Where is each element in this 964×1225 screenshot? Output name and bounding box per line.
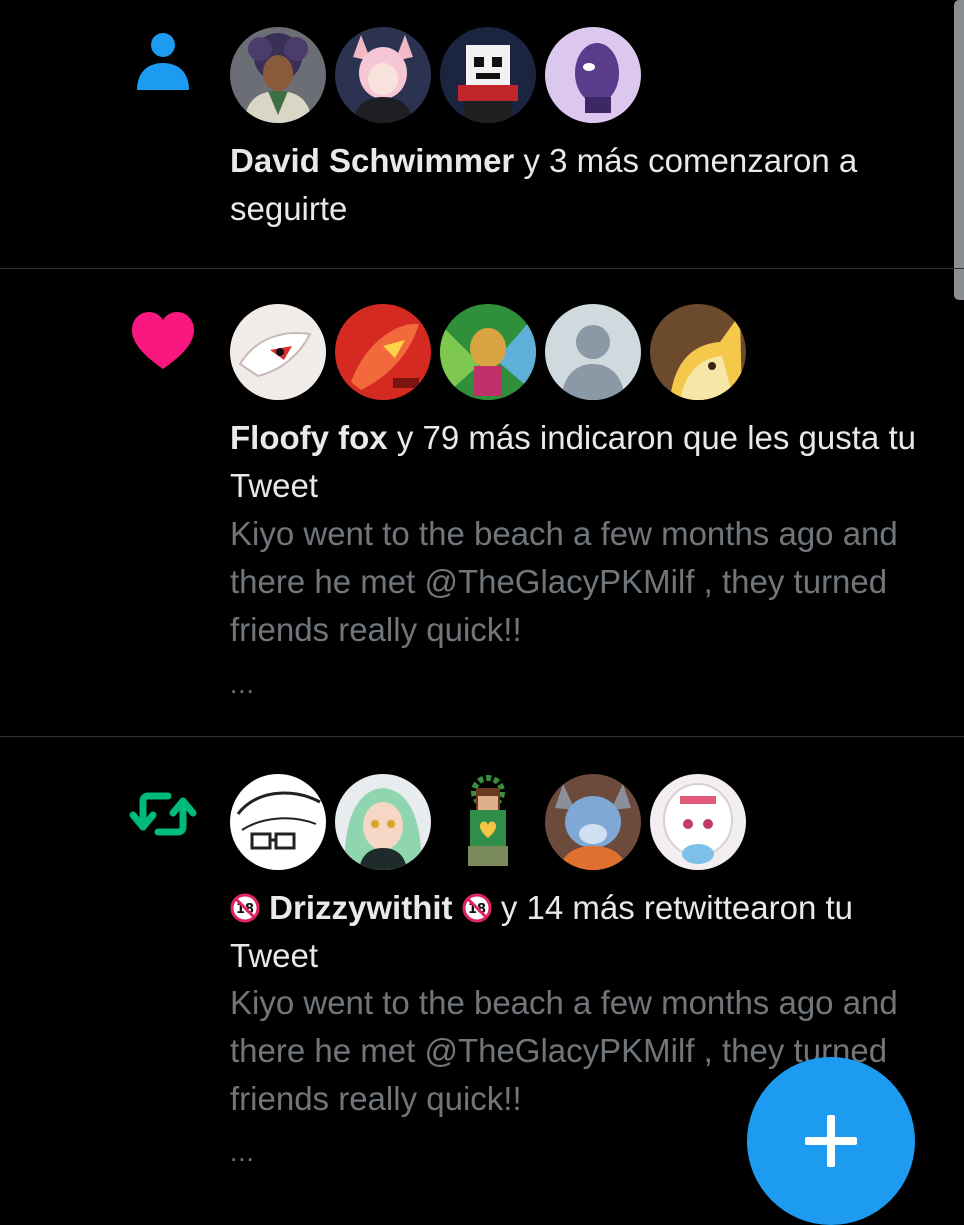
avatar-row (230, 304, 746, 400)
avatar[interactable] (335, 304, 431, 400)
age-restriction-icon: 18 (230, 893, 260, 923)
actor-name[interactable]: David Schwimmer (230, 142, 514, 179)
notification-text: David Schwimmer y 3 más comenzaron a seg… (230, 137, 930, 233)
avatar[interactable] (440, 774, 536, 870)
person-icon (128, 28, 198, 98)
avatar[interactable] (230, 774, 326, 870)
avatar[interactable] (440, 304, 536, 400)
notification-text: Floofy fox y 79 más indicaron que les gu… (230, 414, 930, 510)
avatar[interactable] (545, 774, 641, 870)
tweet-snippet[interactable]: Kiyo went to the beach a few months ago … (230, 510, 930, 654)
actor-name[interactable]: Drizzywithit (269, 889, 452, 926)
avatar[interactable] (650, 304, 746, 400)
more-ellipsis: ... (230, 669, 255, 699)
notification-text: 18 Drizzywithit 18 y 14 más retwittearon… (230, 884, 930, 980)
avatar-row (230, 774, 746, 870)
avatar[interactable] (335, 27, 431, 123)
more-ellipsis: ... (230, 1137, 255, 1167)
avatar-row (230, 27, 641, 123)
notification-follow[interactable]: David Schwimmer y 3 más comenzaron a seg… (0, 0, 964, 268)
avatar[interactable] (545, 304, 641, 400)
avatar[interactable] (230, 27, 326, 123)
retweet-icon (128, 779, 198, 849)
actor-name[interactable]: Floofy fox (230, 419, 388, 456)
age-restriction-icon: 18 (462, 893, 492, 923)
notification-like[interactable]: Floofy fox y 79 más indicaron que les gu… (0, 269, 964, 736)
avatar[interactable] (335, 774, 431, 870)
avatar[interactable] (650, 774, 746, 870)
avatar[interactable] (440, 27, 536, 123)
avatar[interactable] (230, 304, 326, 400)
plus-icon (805, 1115, 857, 1167)
heart-icon (128, 307, 198, 377)
avatar[interactable] (545, 27, 641, 123)
